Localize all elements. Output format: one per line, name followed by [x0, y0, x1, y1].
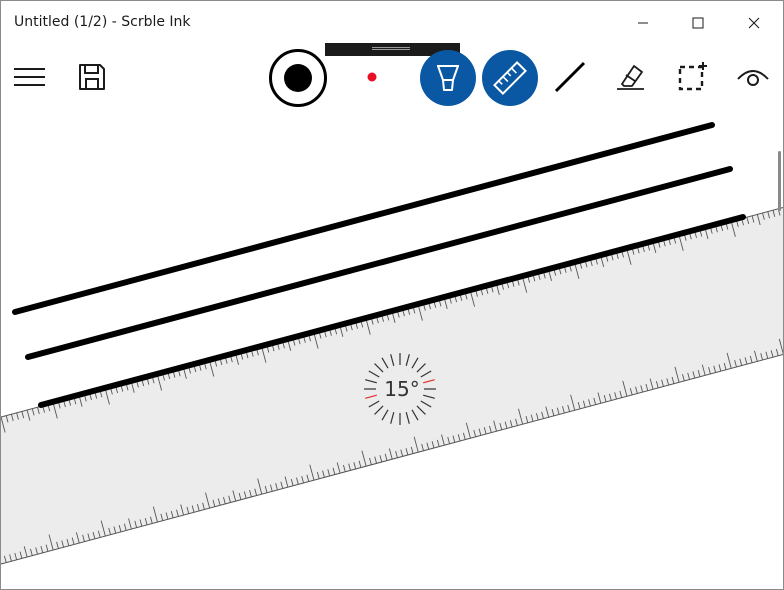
pen-size-circle-icon [269, 49, 327, 107]
ruler-icon [482, 50, 538, 106]
color-dot-icon [367, 72, 377, 82]
vertical-scrollbar[interactable] [778, 151, 781, 211]
line-tool-icon [554, 61, 586, 93]
close-icon [748, 17, 760, 29]
maximize-icon [692, 17, 704, 29]
eye-icon [737, 70, 769, 86]
selection-button[interactable] [671, 57, 713, 97]
eraser-icon [617, 65, 644, 90]
window-title: Untitled (1/2) - Scrble Ink [14, 14, 191, 30]
hamburger-menu-icon [14, 68, 45, 86]
ruler-button[interactable] [481, 49, 539, 107]
color-dot [367, 72, 377, 82]
menu-button[interactable] [7, 57, 53, 97]
minimize-button[interactable] [620, 1, 666, 45]
lasso-select-icon [678, 62, 707, 91]
ink-canvas[interactable]: 15° [1, 109, 783, 589]
maximize-button[interactable] [675, 1, 721, 45]
app-window: Untitled (1/2) - Scrble Ink 15° [0, 0, 784, 590]
angle-indicator: 15° [364, 353, 436, 425]
toolbar [1, 45, 783, 109]
pen-size-button[interactable] [267, 47, 329, 109]
highlighter-icon [420, 50, 476, 106]
view-button[interactable] [731, 57, 775, 97]
title-bar[interactable]: Untitled (1/2) - Scrble Ink [1, 1, 783, 45]
eraser-button[interactable] [609, 57, 651, 97]
minimize-icon [638, 22, 648, 24]
angle-label: 15° [384, 377, 419, 401]
pen-color-button[interactable] [351, 57, 393, 97]
close-button[interactable] [731, 1, 777, 45]
save-button[interactable] [69, 57, 115, 97]
floppy-disk-icon [79, 64, 105, 90]
highlighter-button[interactable] [419, 49, 477, 107]
line-tool-button[interactable] [549, 57, 591, 97]
